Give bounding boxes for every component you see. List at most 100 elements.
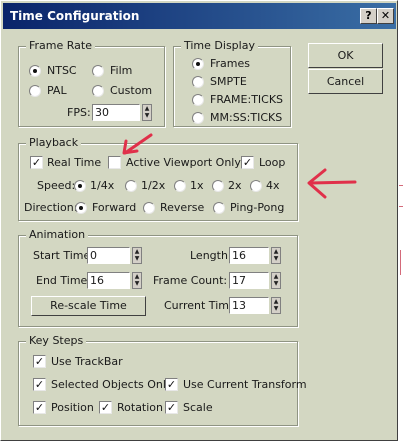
spin-up-icon[interactable]: ▲	[272, 248, 280, 255]
speed-quarter-radio[interactable]	[74, 180, 86, 192]
direction-pingpong-label: Ping-Pong	[230, 201, 285, 214]
mmssticks-radio[interactable]	[192, 112, 204, 124]
animation-group: Animation Start Time: 0 ▲ ▼ Length: 16 ▲…	[18, 228, 298, 327]
speed-half-radio[interactable]	[125, 180, 137, 192]
length-input[interactable]: 16	[229, 247, 269, 264]
rotation-label: Rotation	[117, 401, 164, 414]
spin-down-icon[interactable]: ▼	[272, 305, 280, 312]
direction-forward-radio[interactable]	[75, 202, 87, 214]
smpte-radio[interactable]	[192, 76, 204, 88]
direction-reverse-radio[interactable]	[143, 202, 155, 214]
spin-up-icon[interactable]: ▲	[133, 248, 141, 255]
current-time-input[interactable]: 13	[229, 297, 269, 314]
speed-2x-radio[interactable]	[212, 180, 224, 192]
use-trackbar-label: Use TrackBar	[51, 355, 123, 368]
start-time-spinner[interactable]: ▲ ▼	[132, 247, 142, 264]
spin-down-icon[interactable]: ▼	[133, 280, 141, 287]
end-time-spinner[interactable]: ▲ ▼	[132, 272, 142, 289]
mmssticks-label: MM:SS:TICKS	[210, 111, 283, 124]
current-time-spinner[interactable]: ▲ ▼	[271, 297, 281, 314]
pal-radio[interactable]	[29, 85, 41, 97]
real-time-checkbox[interactable]: ✓	[30, 156, 43, 169]
frame-rate-group: Frame Rate NTSC Film PAL Custom FPS: 30 …	[18, 39, 165, 127]
length-spinner[interactable]: ▲ ▼	[271, 247, 281, 264]
end-time-label: End Time:	[36, 274, 92, 287]
use-current-transform-label: Use Current Transform	[183, 378, 307, 391]
start-time-input[interactable]: 0	[87, 247, 130, 264]
loop-label: Loop	[259, 156, 286, 169]
direction-reverse-label: Reverse	[160, 201, 205, 214]
frames-label: Frames	[210, 57, 251, 70]
rotation-checkbox[interactable]: ✓	[99, 401, 112, 414]
ok-button[interactable]: OK	[308, 43, 383, 68]
window-title: Time Configuration	[10, 9, 140, 23]
spin-down-icon[interactable]: ▼	[272, 280, 280, 287]
time-configuration-dialog: Time Configuration ? ✕ Frame Rate NTSC F…	[0, 0, 398, 441]
custom-label: Custom	[110, 84, 153, 97]
playback-group: Playback ✓ Real Time Active Viewport Onl…	[18, 136, 298, 221]
frame-ticks-radio[interactable]	[192, 94, 204, 106]
key-steps-title: Key Steps	[26, 334, 87, 347]
frame-count-input[interactable]: 17	[229, 272, 269, 289]
scale-checkbox[interactable]: ✓	[165, 401, 178, 414]
annotation-arrow-stroke	[122, 133, 153, 155]
rescale-time-button[interactable]: Re-scale Time	[31, 296, 146, 316]
frame-count-spinner[interactable]: ▲ ▼	[271, 272, 281, 289]
frame-rate-title: Frame Rate	[26, 39, 95, 52]
film-radio[interactable]	[92, 65, 104, 77]
selected-objects-only-checkbox[interactable]: ✓	[33, 378, 46, 391]
direction-pingpong-radio[interactable]	[213, 202, 225, 214]
custom-radio[interactable]	[92, 85, 104, 97]
pal-label: PAL	[47, 84, 67, 97]
background-stray-line	[400, 250, 401, 275]
background-stray-line	[399, 185, 403, 186]
title-bar[interactable]: Time Configuration ? ✕	[3, 3, 396, 29]
annotation-arrow-icon	[122, 133, 153, 155]
key-steps-group: Key Steps ✓ Use TrackBar ✓ Selected Obje…	[18, 334, 307, 426]
spin-down-icon[interactable]: ▼	[143, 112, 151, 119]
selected-objects-only-label: Selected Objects Only	[51, 378, 173, 391]
speed-4x-radio[interactable]	[250, 180, 262, 192]
spin-down-icon[interactable]: ▼	[133, 255, 141, 262]
speed-1x-label: 1x	[190, 179, 204, 192]
annotation-arrow-icon	[307, 168, 357, 199]
fps-spinner[interactable]: ▲ ▼	[142, 104, 152, 121]
length-label: Length:	[190, 249, 232, 262]
speed-4x-label: 4x	[266, 179, 280, 192]
frames-radio[interactable]	[192, 58, 204, 70]
spin-up-icon[interactable]: ▲	[143, 105, 151, 112]
spin-up-icon[interactable]: ▲	[133, 273, 141, 280]
use-current-transform-checkbox[interactable]: ✓	[165, 378, 178, 391]
spin-up-icon[interactable]: ▲	[272, 273, 280, 280]
spin-down-icon[interactable]: ▼	[272, 255, 280, 262]
spin-up-icon[interactable]: ▲	[272, 298, 280, 305]
fps-input[interactable]: 30	[92, 104, 140, 121]
playback-title: Playback	[26, 136, 82, 149]
close-button[interactable]: ✕	[377, 8, 394, 24]
cancel-button[interactable]: Cancel	[308, 69, 383, 94]
position-checkbox[interactable]: ✓	[33, 401, 46, 414]
loop-checkbox[interactable]: ✓	[241, 156, 254, 169]
direction-label: Direction:	[24, 201, 78, 214]
ntsc-radio[interactable]	[29, 65, 41, 77]
speed-2x-label: 2x	[228, 179, 242, 192]
time-display-title: Time Display	[181, 39, 258, 52]
scale-label: Scale	[183, 401, 213, 414]
fps-label: FPS:	[67, 106, 91, 119]
smpte-label: SMPTE	[210, 75, 247, 88]
speed-1x-radio[interactable]	[174, 180, 186, 192]
frame-ticks-label: FRAME:TICKS	[210, 93, 284, 106]
help-button[interactable]: ?	[360, 8, 377, 24]
use-trackbar-checkbox[interactable]: ✓	[33, 355, 46, 368]
annotation-arrow-stroke	[307, 168, 357, 199]
speed-label: Speed:	[37, 179, 76, 192]
start-time-label: Start Time:	[33, 249, 94, 262]
direction-forward-label: Forward	[92, 201, 137, 214]
real-time-label: Real Time	[47, 156, 102, 169]
time-display-group: Time Display Frames SMPTE FRAME:TICKS MM…	[173, 39, 291, 127]
speed-half-label: 1/2x	[141, 179, 166, 192]
animation-title: Animation	[26, 228, 89, 241]
position-label: Position	[51, 401, 94, 414]
end-time-input[interactable]: 16	[87, 272, 130, 289]
speed-quarter-label: 1/4x	[90, 179, 115, 192]
